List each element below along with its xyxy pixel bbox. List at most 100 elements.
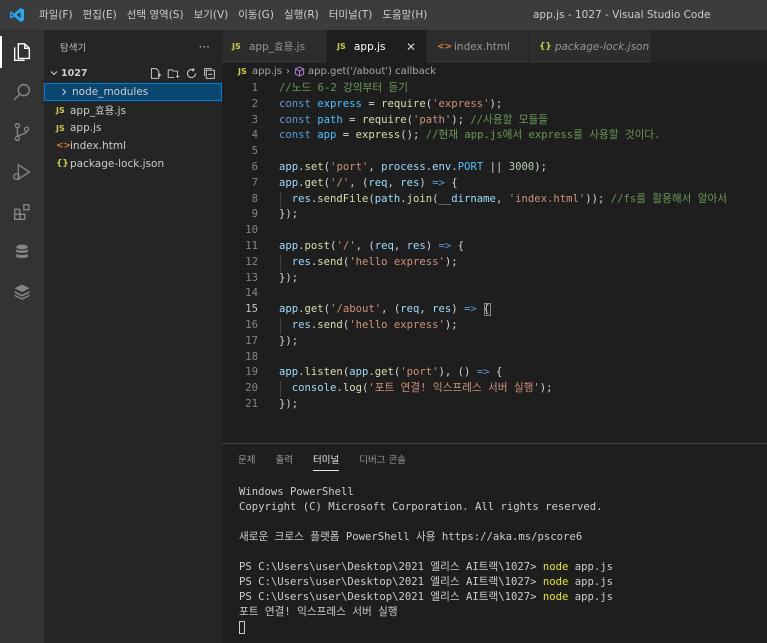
menu-item[interactable]: 터미널(T) — [324, 0, 378, 30]
explorer-sidebar: 탐색기 ··· 1027 node_modules JS app_효용.js J… — [44, 30, 222, 643]
search-icon — [13, 83, 31, 101]
html-file-icon: <> — [56, 141, 72, 151]
layers-button[interactable] — [0, 272, 44, 312]
database-icon — [16, 244, 28, 258]
breadcrumb-symbol[interactable]: app.get('/about') callback — [308, 66, 436, 77]
terminal-text: Copyright (C) Microsoft Corporation. All… — [239, 501, 603, 513]
new-folder-icon[interactable] — [167, 67, 180, 80]
code-token: = — [336, 129, 356, 142]
line-number: 3 — [251, 113, 258, 126]
files-icon — [13, 43, 31, 61]
code-token: 'hello express' — [349, 255, 445, 268]
tree-item-label: node_modules — [72, 86, 149, 98]
js-file-icon: JS — [56, 105, 65, 115]
chevron-down-icon — [50, 71, 58, 76]
code-text: const app = express(); //현재 app.js에서 exp… — [279, 128, 661, 144]
search-button[interactable] — [0, 72, 44, 112]
terminal[interactable]: Windows PowerShell Copyright (C) Microsof… — [222, 444, 767, 643]
code-editor[interactable]: 1 //노드 6-2 강의부터 듣기 2 const express = requir… — [222, 79, 767, 443]
code-token: => — [432, 176, 445, 189]
menu-item[interactable]: 파일(F) — [34, 0, 78, 30]
terminal-cursor — [239, 621, 245, 634]
code-token: , — [393, 240, 407, 252]
code-line: 5 — [222, 144, 767, 160]
indent-guide — [280, 318, 281, 334]
json-file-icon: {} — [56, 159, 69, 169]
terminal-text: 포트 연결! 익스프레스 서버 실행 — [239, 606, 398, 618]
code-line: 11 app.post('/', (req, res) => { — [222, 239, 767, 255]
code-token: get — [304, 303, 324, 316]
tree-item-app-js[interactable]: JS app.js — [44, 119, 222, 137]
tree-item-node-modules[interactable]: node_modules — [44, 83, 222, 101]
layers-icon — [14, 284, 30, 300]
tab-label: app.js — [354, 40, 386, 53]
menu-item[interactable]: 편집(E) — [78, 0, 122, 30]
code-token: const — [279, 113, 318, 126]
line-number: 5 — [251, 145, 258, 158]
explorer-header: 탐색기 ··· — [44, 30, 222, 63]
chevron-right-icon — [62, 88, 67, 96]
menu-item[interactable]: 보기(V) — [189, 0, 234, 30]
code-line: 12 res.send('hello express'); — [222, 255, 767, 271]
indent-guide — [280, 381, 281, 397]
source-control-button[interactable] — [0, 112, 44, 152]
line-number: 6 — [251, 161, 258, 173]
tab-app-js[interactable]: JS app.js ✕ — [327, 30, 427, 63]
explorer-button[interactable] — [0, 32, 44, 72]
folder-root[interactable]: 1027 — [44, 63, 222, 83]
code-line: 1 //노드 6-2 강의부터 듣기 — [222, 81, 767, 97]
js-file-icon: JS — [56, 123, 65, 133]
code-token: listen — [304, 366, 343, 379]
extensions-button[interactable] — [0, 192, 44, 232]
code-token: , ( — [381, 303, 401, 316]
refresh-icon[interactable] — [185, 67, 198, 80]
line-number: 19 — [245, 366, 258, 379]
terminal-text: app.js — [568, 591, 614, 603]
code-line: 14 — [222, 286, 767, 302]
code-token: }); — [279, 334, 299, 347]
line-number: 11 — [245, 240, 258, 252]
code-token: , — [495, 192, 509, 205]
tree-item-package-lock-json[interactable]: {} package-lock.json — [44, 155, 222, 173]
database-button[interactable] — [0, 232, 44, 272]
code-token: , — [419, 303, 433, 316]
menu-item[interactable]: 도움말(H) — [377, 0, 432, 30]
code-text: const express = require('express'); — [279, 97, 502, 113]
code-text: res.sendFile(path.join(__dirname, 'index… — [279, 192, 727, 208]
code-line: 13}); — [222, 271, 767, 287]
breadcrumb-file[interactable]: app.js — [252, 66, 282, 77]
terminal-text: PS C:\Users\user\Desktop\2021 엘리스 AI트랙\1… — [239, 576, 543, 588]
code-line: 20 console.log('포트 연결! 익스프레스 서버 실행'); — [222, 381, 767, 397]
tree-item-label: package-lock.json — [70, 158, 165, 170]
new-file-icon[interactable] — [149, 67, 162, 80]
menu-item[interactable]: 선택 영역(S) — [122, 0, 189, 30]
tree-item-app-hyoyong-js[interactable]: JS app_효용.js — [44, 101, 222, 119]
more-actions-icon[interactable]: ··· — [199, 40, 210, 54]
tab-index-html[interactable]: <> index.html — [427, 30, 529, 63]
collapse-all-icon[interactable] — [203, 67, 216, 80]
line-number: 10 — [245, 224, 258, 237]
code-token: req — [368, 176, 388, 189]
tab-package-lock-json[interactable]: {} package-lock.json — [529, 30, 652, 63]
close-icon[interactable]: ✕ — [406, 40, 416, 54]
code-token: '/' — [330, 176, 350, 189]
code-line: 6 app.set('port', process.env.PORT || 300… — [222, 160, 767, 176]
code-token: ) — [419, 176, 433, 189]
code-token: = — [342, 113, 362, 126]
tree-item-index-html[interactable]: <> index.html — [44, 137, 222, 155]
code-token: sendFile — [317, 192, 369, 205]
menu-item[interactable]: 이동(G) — [233, 0, 279, 30]
tab-label: app_효용.js — [249, 41, 306, 53]
tab-app-hyoyong-js[interactable]: JS app_효용.js — [222, 30, 327, 63]
code-line: 3 const path = require('path'); //사용할 모듈들 — [222, 113, 767, 129]
line-number: 9 — [251, 208, 258, 221]
code-token: 3000 — [508, 161, 535, 173]
code-token: res — [291, 192, 311, 205]
terminal-line: 새로운 크로스 플랫폼 PowerShell 사용 https://aka.ms… — [239, 530, 582, 545]
code-token: '포트 연결! 익스프레스 서버 실행' — [368, 382, 540, 395]
code-line: 19 app.listen(app.get('port'), () => { — [222, 365, 767, 381]
code-line: 15 app.get('/about', (req, res) => { — [222, 302, 767, 318]
menu-item[interactable]: 실행(R) — [279, 0, 324, 30]
run-debug-button[interactable] — [0, 152, 44, 192]
terminal-line: PS C:\Users\user\Desktop\2021 엘리스 AI트랙\1… — [239, 560, 613, 575]
